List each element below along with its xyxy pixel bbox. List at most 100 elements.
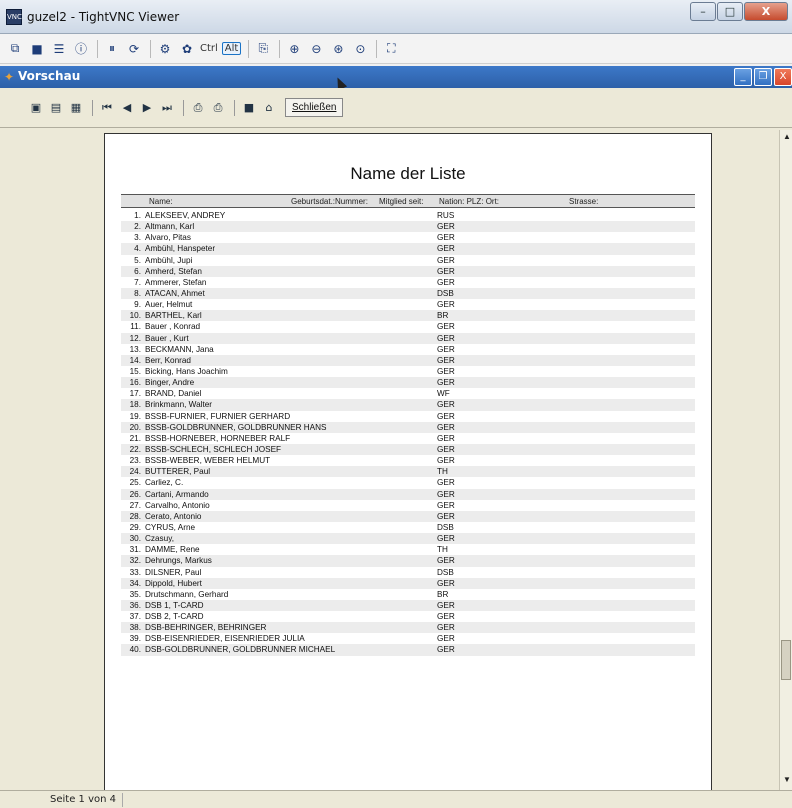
row-name: Carliez, C. xyxy=(145,478,184,488)
row-number: 2. xyxy=(134,222,141,232)
ctrl-alt-del-icon[interactable]: ⚙ xyxy=(156,40,174,58)
clipboard-icon[interactable]: ⎘ xyxy=(254,40,272,58)
multi-page-icon[interactable]: ▦ xyxy=(68,100,84,116)
row-name: BSSB-SCHLECH, SCHLECH JOSEF xyxy=(145,444,282,454)
app-icon: ✦ xyxy=(4,70,15,84)
toolbar-separator xyxy=(234,99,235,116)
row-name: Ambühl, Hanspeter xyxy=(145,244,216,254)
table-row: 24. BUTTERER, Paul TH xyxy=(121,466,695,478)
table-row: 8. ATACAN, Ahmet DSB xyxy=(121,287,695,300)
row-name: Dehrungs, Markus xyxy=(145,556,212,566)
row-name: Amherd, Stefan xyxy=(145,266,202,276)
row-nation: GER xyxy=(437,478,455,488)
row-name: Czasuy, xyxy=(145,534,174,544)
row-nation: GER xyxy=(437,333,455,343)
table-row: 32. Dehrungs, Markus GER xyxy=(121,555,695,567)
vertical-scrollbar[interactable]: ▲ ▼ xyxy=(779,130,792,790)
zoom-in-icon[interactable]: ⊕ xyxy=(285,40,303,58)
toolbar-separator xyxy=(279,39,281,58)
row-name: Ambühl, Jupi xyxy=(145,255,193,265)
scroll-up-icon[interactable]: ▲ xyxy=(783,132,791,141)
table-row: 1. ALEKSEEV, ANDREY RUS xyxy=(121,210,695,221)
table-row: 36. DSB 1, T-CARD GER xyxy=(121,599,695,612)
close-preview-button[interactable]: Schließen xyxy=(285,98,344,117)
row-number: 38. xyxy=(129,623,141,633)
refresh-icon[interactable]: ⟳ xyxy=(125,40,143,58)
open-icon[interactable]: ⌂ xyxy=(261,100,277,116)
row-number: 6. xyxy=(134,266,141,276)
print-setup-icon[interactable]: ⎙ xyxy=(210,100,226,116)
row-nation: GER xyxy=(437,433,455,443)
info-icon[interactable]: ⓘ xyxy=(72,40,90,58)
table-row: 35. Drutschmann, Gerhard BR xyxy=(121,589,695,600)
row-name: ATACAN, Ahmet xyxy=(145,288,205,298)
app-restore-button[interactable]: ❐ xyxy=(754,68,772,86)
table-row: 6. Amherd, Stefan GER xyxy=(121,265,695,277)
table-row: 20. BSSB-GOLDBRUNNER, GOLDBRUNNER HANS GER xyxy=(121,421,695,433)
scroll-down-icon[interactable]: ▼ xyxy=(783,775,791,784)
row-nation: GER xyxy=(437,244,455,254)
maximize-button[interactable]: □ xyxy=(717,2,743,21)
save-icon[interactable]: ■ xyxy=(28,40,46,58)
new-connection-icon[interactable]: ⧉ xyxy=(6,40,24,58)
row-name: BARTHEL, Karl xyxy=(145,311,202,321)
report-title: Name der Liste xyxy=(350,164,466,183)
row-name: ALEKSEEV, ANDREY xyxy=(145,211,226,220)
row-nation: WF xyxy=(437,389,450,399)
row-name: BECKMANN, Jana xyxy=(145,344,214,354)
vnc-toolbar: ⧉ ■ ☰ ⓘ ⏸ ⟳ ⚙ ✿ Ctrl Alt ⎘ ⊕ ⊖ ⊛ ⊙ ⛶ xyxy=(0,34,792,64)
zoom-fit-icon[interactable]: ⊙ xyxy=(351,40,369,58)
row-nation: GER xyxy=(437,600,455,610)
two-pages-icon[interactable]: ▤ xyxy=(48,100,64,116)
row-nation: GER xyxy=(437,322,455,332)
row-name: BUTTERER, Paul xyxy=(145,467,211,477)
fullscreen-icon[interactable]: ⛶ xyxy=(382,40,400,58)
win-key-icon[interactable]: ✿ xyxy=(178,40,196,58)
options-icon[interactable]: ☰ xyxy=(50,40,68,58)
print-icon[interactable]: ⎙ xyxy=(190,100,206,116)
row-number: 40. xyxy=(129,645,141,655)
table-row: 9. Auer, Helmut GER xyxy=(121,299,695,310)
close-button[interactable]: X xyxy=(744,2,788,21)
alt-key-button[interactable]: Alt xyxy=(221,42,242,55)
vnc-titlebar: VNC guzel2 - TightVNC Viewer – □ X xyxy=(0,0,792,34)
app-minimize-button[interactable]: _ xyxy=(734,68,752,86)
app-close-button[interactable]: X xyxy=(774,68,792,86)
toolbar-separator xyxy=(92,99,93,116)
row-nation: GER xyxy=(437,422,455,432)
last-page-icon[interactable]: ⏭ xyxy=(159,100,175,116)
table-row: 17. BRAND, Daniel WF xyxy=(121,388,695,399)
row-nation: GER xyxy=(437,511,455,521)
row-nation: GER xyxy=(437,612,455,622)
zoom-out-icon[interactable]: ⊖ xyxy=(307,40,325,58)
table-row: 30. Czasuy, GER xyxy=(121,533,695,545)
row-number: 19. xyxy=(129,411,141,421)
table-row: 39. DSB-EISENRIEDER, EISENRIEDER JULIA GER xyxy=(121,633,695,644)
row-number: 27. xyxy=(129,500,141,510)
row-number: 31. xyxy=(129,545,141,555)
toolbar-separator xyxy=(183,99,184,116)
zoom-100-icon[interactable]: ⊛ xyxy=(329,40,347,58)
next-page-icon[interactable]: ▶ xyxy=(139,100,155,116)
row-name: Bauer , Konrad xyxy=(145,322,201,332)
save-icon[interactable]: ■ xyxy=(241,100,257,116)
table-row: 15. Bicking, Hans Joachim GER xyxy=(121,366,695,377)
scroll-thumb[interactable] xyxy=(781,640,791,680)
first-page-icon[interactable]: ⏮ xyxy=(99,100,115,116)
pause-icon[interactable]: ⏸ xyxy=(103,40,121,58)
table-row: 2. Altmann, Karl GER xyxy=(121,221,695,233)
row-nation: GER xyxy=(437,444,455,454)
single-page-icon[interactable]: ▣ xyxy=(28,100,44,116)
row-nation: GER xyxy=(437,534,455,544)
table-row: 33. DILSNER, Paul DSB xyxy=(121,567,695,578)
app-titlebar: ✦ Vorschau _ ❐ X xyxy=(0,66,792,88)
row-number: 14. xyxy=(129,355,141,365)
row-number: 24. xyxy=(129,467,141,477)
minimize-button[interactable]: – xyxy=(690,2,716,21)
row-nation: TH xyxy=(437,545,448,555)
row-name: Auer, Helmut xyxy=(145,300,193,310)
prev-page-icon[interactable]: ◀ xyxy=(119,100,135,116)
row-nation: GER xyxy=(437,266,455,276)
ctrl-key-button[interactable]: Ctrl xyxy=(200,43,218,54)
row-name: DSB-BEHRINGER, BEHRINGER xyxy=(145,623,267,633)
